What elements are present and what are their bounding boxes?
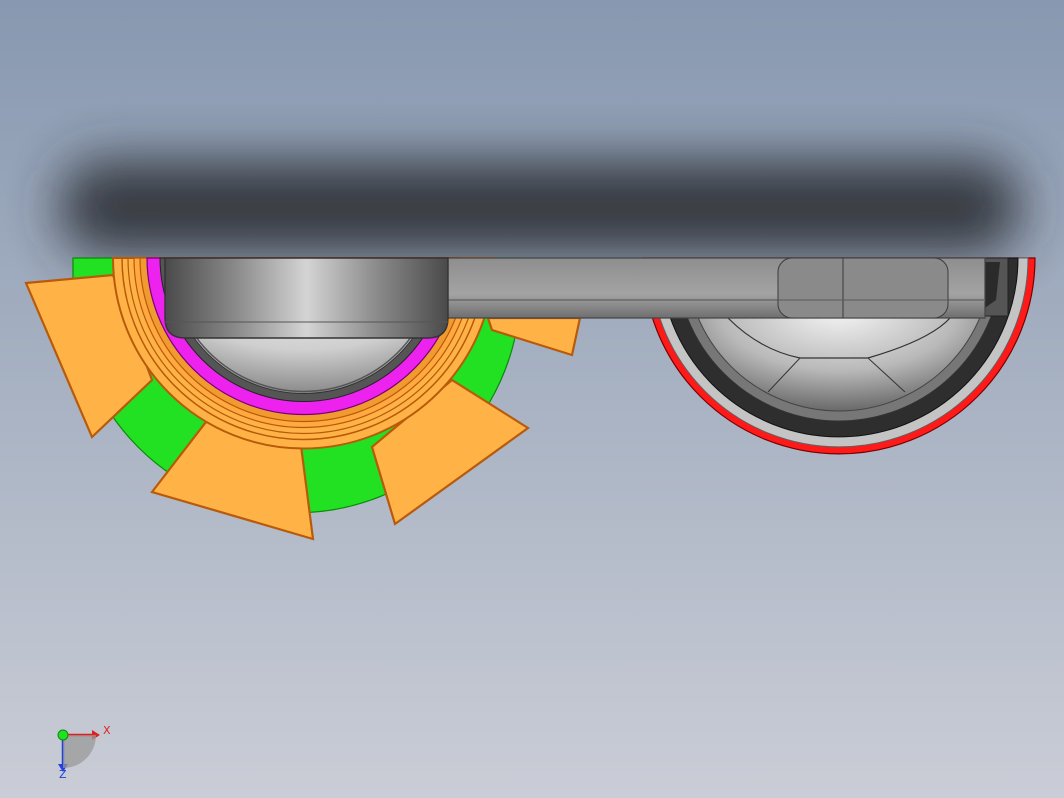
graphics-viewport[interactable]: X Z [0, 0, 1064, 798]
x-axis-label: X [103, 724, 111, 737]
z-axis-label: Z [59, 768, 67, 781]
model-canvas[interactable]: X Z [0, 0, 1064, 798]
y-axis-icon [57, 729, 69, 741]
link-boss[interactable] [164, 257, 449, 339]
ground-shadow [60, 160, 1020, 255]
